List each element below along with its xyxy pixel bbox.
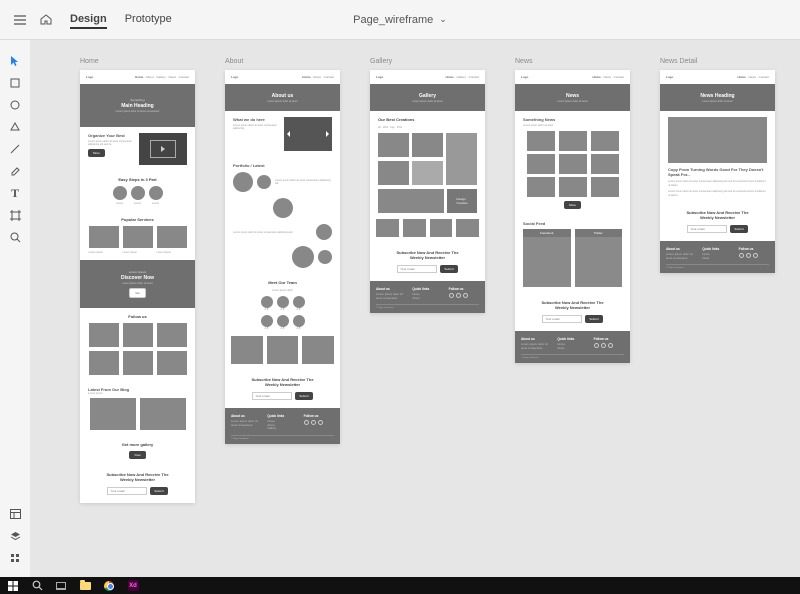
artboard-news[interactable]: News LogoHome · News · Contact NewsLorem… — [515, 70, 630, 363]
wf-newsletter: Subscribe Now And Receive TheWeekly News… — [80, 465, 195, 503]
caret-left-icon — [287, 131, 290, 137]
artboard-tool-icon[interactable] — [0, 204, 30, 226]
artboard-label[interactable]: News — [515, 58, 533, 65]
windows-taskbar: Xd — [0, 577, 800, 594]
zoom-tool-icon[interactable] — [0, 226, 30, 248]
app-top-bar: Design Prototype Page_wireframe ⌄ — [0, 0, 800, 40]
file-explorer-icon[interactable] — [76, 579, 94, 593]
artboard-label[interactable]: News Detail — [660, 58, 697, 65]
taskbar-search-icon[interactable] — [28, 579, 46, 593]
artboard-label[interactable]: About — [225, 58, 243, 65]
play-icon — [161, 146, 165, 152]
artboard-home[interactable]: Home LogoHome · About · Gallery · News ·… — [80, 70, 195, 503]
select-tool-icon[interactable] — [0, 50, 30, 72]
chrome-icon[interactable] — [100, 579, 118, 593]
artboard-label[interactable]: Gallery — [370, 58, 392, 65]
adobe-xd-icon[interactable]: Xd — [124, 579, 142, 593]
line-tool-icon[interactable] — [0, 138, 30, 160]
text-tool-icon[interactable]: T — [0, 182, 30, 204]
wf-hero: Something Main Heading Lorem ipsum dolor… — [80, 84, 195, 127]
artboard-label[interactable]: Home — [80, 58, 99, 65]
plugins-panel-icon[interactable] — [0, 547, 30, 569]
design-canvas[interactable]: Home LogoHome · About · Gallery · News ·… — [30, 40, 800, 577]
tool-strip: T — [0, 40, 30, 577]
hamburger-menu-icon[interactable] — [14, 15, 26, 25]
artboard-gallery[interactable]: Gallery LogoHome · Gallery · Contact Gal… — [370, 70, 485, 313]
chevron-down-icon: ⌄ — [439, 14, 447, 25]
artboard-news-detail[interactable]: News Detail LogoHome · News · Contact Ne… — [660, 70, 775, 273]
artboard-about[interactable]: About LogoHome · About · Contact About u… — [225, 70, 340, 444]
pen-tool-icon[interactable] — [0, 160, 30, 182]
assets-panel-icon[interactable] — [0, 503, 30, 525]
wf-nav: LogoHome · About · Gallery · News · Cont… — [80, 70, 195, 84]
polygon-tool-icon[interactable] — [0, 116, 30, 138]
start-menu-icon[interactable] — [4, 579, 22, 593]
home-icon[interactable] — [40, 14, 52, 25]
tab-prototype[interactable]: Prototype — [125, 11, 172, 29]
wf-email-input — [107, 487, 147, 495]
tab-design[interactable]: Design — [70, 11, 107, 29]
task-view-icon[interactable] — [52, 579, 70, 593]
ellipse-tool-icon[interactable] — [0, 94, 30, 116]
mode-tabs: Design Prototype — [70, 11, 172, 29]
rectangle-tool-icon[interactable] — [0, 72, 30, 94]
document-title-dropdown[interactable]: Page_wireframe ⌄ — [353, 14, 447, 26]
caret-right-icon — [326, 131, 329, 137]
layers-panel-icon[interactable] — [0, 525, 30, 547]
document-title-text: Page_wireframe — [353, 14, 433, 26]
